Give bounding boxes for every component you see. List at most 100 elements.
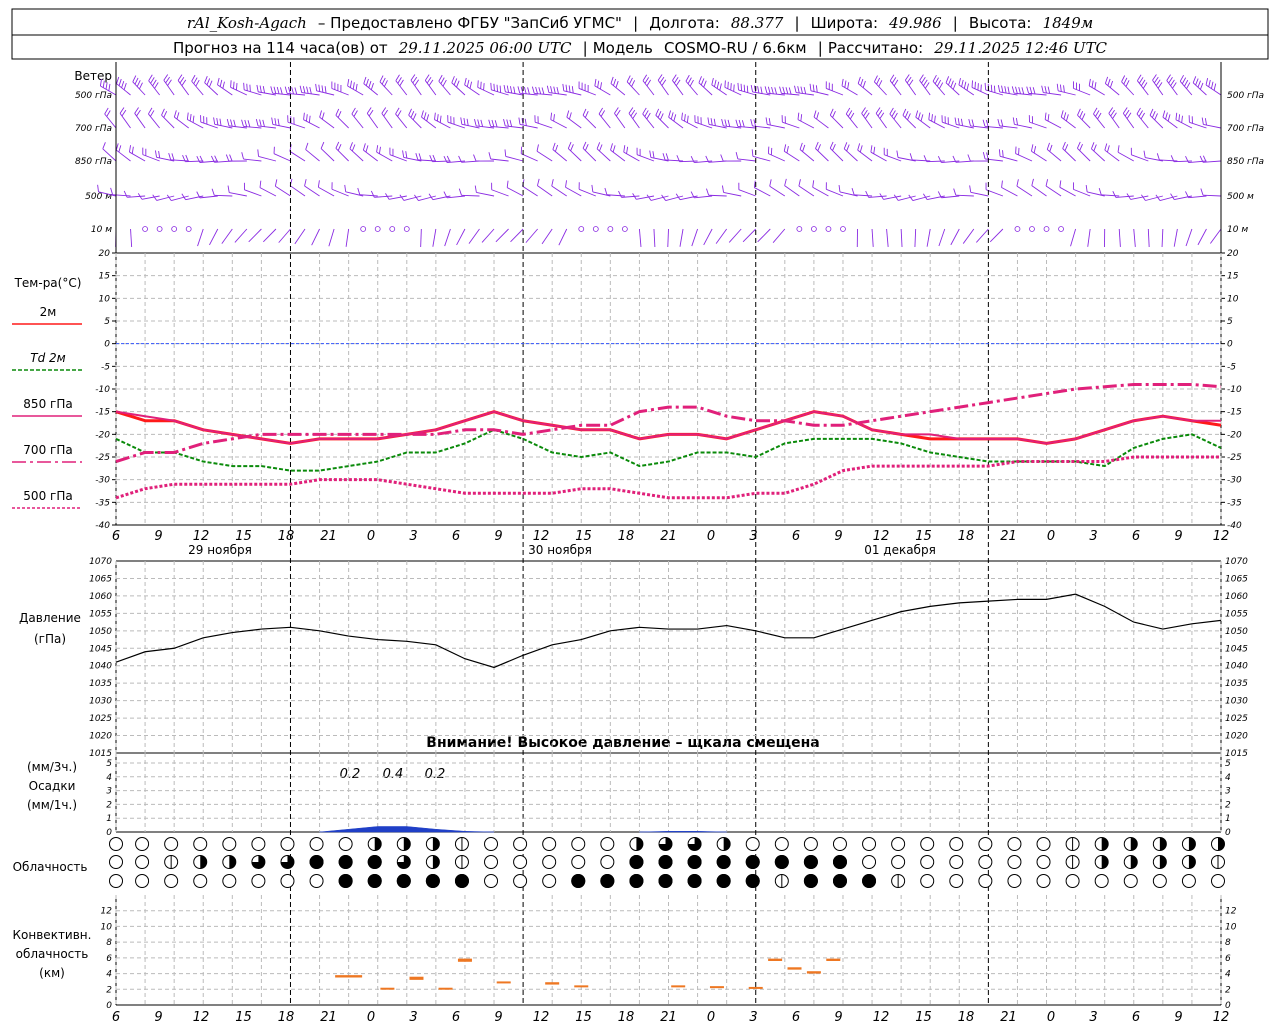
wind-barb-staff: [1198, 229, 1207, 245]
wind-barb-staff: [739, 190, 756, 196]
wind-barb-feather: [920, 75, 924, 81]
precip-label-1: 0.2: [340, 767, 361, 782]
wind-barb-feather: [816, 85, 817, 92]
wind-barb-staff: [800, 149, 814, 161]
wind-barb-staff: [511, 229, 524, 242]
cloud-symbol-ring: [1124, 875, 1137, 888]
wind-barb-feather: [905, 74, 909, 80]
wind-barb-feather: [277, 87, 279, 94]
wind-barb-staff: [1153, 80, 1163, 95]
cloud-symbol-half: [375, 838, 382, 851]
wind-barb-feather: [481, 120, 483, 127]
wind-barb-feather: [1093, 108, 1097, 114]
wind-barb-feather: [489, 120, 491, 127]
cloud-symbol-ring: [281, 875, 294, 888]
wind-barb-feather: [421, 110, 423, 117]
wind-barb-feather: [954, 189, 956, 196]
wind-barb-feather: [500, 86, 501, 93]
conv-cloud-bar-13: [807, 971, 821, 973]
wind-barb-feather: [929, 113, 930, 120]
wind-barb-feather: [464, 118, 465, 125]
wind-barb-staff: [758, 229, 771, 242]
wind-barb-feather: [1002, 86, 1003, 93]
wind-calm-marker: [390, 227, 395, 232]
wind-barb-feather: [319, 85, 320, 92]
wind-barb-feather: [1097, 113, 1101, 119]
pressure-y-label: 1015: [89, 749, 112, 759]
wind-barb-feather: [489, 152, 491, 159]
wind-calm-marker: [404, 227, 409, 232]
wind-barb-feather: [916, 111, 918, 118]
pressure-y-label: 1065: [89, 574, 112, 584]
wind-barb-feather: [999, 149, 1000, 156]
cloud-symbol-ring: [601, 838, 614, 851]
wind-barb-staff: [526, 229, 538, 243]
wind-barb-staff: [367, 113, 377, 128]
cloud-symbol-ring: [252, 875, 265, 888]
wind-barb-feather: [921, 114, 923, 121]
wind-barb-feather: [769, 118, 770, 125]
wind-barb-feather: [1127, 113, 1131, 119]
wind-barb-feather: [180, 77, 184, 83]
wind-barb-staff: [862, 113, 872, 128]
precip-y-label-right: 2: [1225, 800, 1231, 810]
temp-x-tick: 18: [278, 529, 295, 544]
conv-x-tick: 18: [618, 1010, 635, 1024]
wind-barb-feather: [1061, 110, 1063, 117]
cloud-symbol-half: [433, 856, 440, 869]
cloud-symbol-half: [1218, 838, 1225, 851]
wind-barb-feather: [631, 110, 635, 116]
wind-barb-staff: [1091, 149, 1104, 161]
wind-barb-feather: [382, 78, 385, 84]
forecast-time: 29.11.2025 06:00 UTC: [398, 39, 572, 57]
conv-x-tick: 9: [494, 1010, 502, 1024]
cloud-symbol-fill: [368, 875, 381, 888]
wind-barb-staff: [712, 85, 727, 95]
wind-barb-staff: [452, 83, 465, 95]
lat-value: 49.986: [888, 14, 942, 32]
wind-barb-feather: [939, 83, 942, 89]
wind-barb-feather: [1031, 144, 1032, 151]
conv-x-tick: 0: [707, 1010, 715, 1024]
wind-barb-feather: [1141, 80, 1145, 86]
temp-x-tick: 21: [660, 529, 677, 544]
wind-barb-feather: [153, 80, 157, 86]
temp-x-tick: 12: [873, 529, 890, 544]
wind-barb-feather: [322, 85, 323, 92]
wind-barb-staff: [767, 124, 785, 128]
temp-x-tick: 0: [707, 529, 715, 544]
wind-barb-staff: [306, 150, 320, 161]
wind-barb-feather: [525, 119, 526, 126]
wind-barb-staff: [329, 229, 334, 246]
wind-barb-feather: [910, 153, 912, 160]
wind-barb-feather: [1092, 81, 1093, 88]
wind-barb-feather: [751, 85, 752, 92]
sep-1: |: [633, 14, 638, 32]
wind-barb-feather: [1099, 188, 1101, 195]
wind-barb-feather: [711, 118, 712, 125]
wind-barb-staff: [990, 229, 1003, 242]
wind-barb-staff: [305, 186, 320, 196]
cloud-symbol-ring: [1212, 875, 1225, 888]
wind-barb-feather: [478, 80, 479, 87]
wind-barb-feather: [1064, 112, 1066, 119]
wind-barb-feather: [1082, 113, 1085, 119]
wind-barb-feather: [658, 111, 661, 117]
cloud-symbol-ring: [485, 875, 498, 888]
wind-barb-feather: [666, 153, 668, 160]
wind-barb-feather: [411, 111, 414, 117]
cloud-symbol-half: [1160, 856, 1167, 869]
wind-barb-staff: [1089, 86, 1104, 95]
wind-barb-feather: [292, 87, 294, 94]
wind-barb-feather: [585, 144, 588, 150]
wind-barb-feather: [178, 75, 182, 81]
pressure-y-label-right: 1035: [1225, 679, 1248, 689]
cloud-symbol-ring: [110, 856, 123, 869]
wind-barb-feather: [122, 110, 126, 116]
wind-barb-staff: [695, 122, 712, 128]
cloud-symbol-fill: [659, 875, 672, 888]
wind-level-left-0: 500 гПа: [75, 91, 112, 101]
wind-barb-feather: [627, 76, 630, 82]
wind-barb-staff: [116, 150, 130, 161]
wind-barb-feather: [747, 86, 748, 93]
